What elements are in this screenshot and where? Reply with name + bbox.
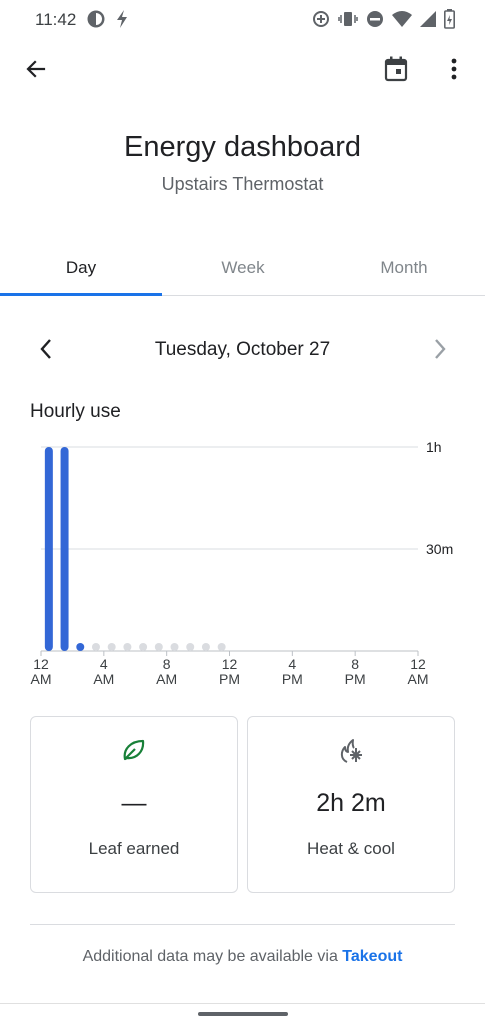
heat-cool-label: Heat & cool [307, 839, 395, 858]
footer-text: Additional data may be available via [82, 948, 343, 965]
hourly-use-title: Hourly use [30, 401, 121, 422]
chart-empty-dot [217, 643, 226, 651]
more-options-button[interactable] [432, 49, 476, 93]
more-vert-icon [450, 57, 458, 86]
device-name: Upstairs Thermostat [161, 174, 324, 194]
hourly-use-chart: 1h30m12AM4AM8AM12PM4PM8PM12AM [31, 439, 454, 687]
y-tick-label: 30m [426, 541, 453, 557]
heat-cool-icon [337, 737, 365, 770]
leaf-icon [121, 737, 147, 768]
calendar-icon [384, 56, 408, 87]
leaf-label: Leaf earned [88, 839, 180, 858]
divider [30, 924, 455, 925]
app-bar [0, 45, 485, 101]
x-tick-label: AM [156, 671, 177, 687]
x-tick-label: 4 [100, 656, 108, 672]
leaf-card[interactable]: — Leaf earned [30, 716, 238, 893]
tab-day[interactable]: Day [0, 240, 162, 296]
tab-month[interactable]: Month [323, 240, 485, 296]
chart-empty-dot [139, 643, 148, 651]
flash-icon [114, 9, 130, 34]
back-button[interactable] [14, 49, 58, 93]
chart-empty-dot [91, 643, 100, 651]
wifi-icon [392, 10, 412, 33]
date-navigator: Tuesday, October 27 [0, 325, 485, 377]
signal-icon [420, 10, 436, 33]
tab-bar: Day Week Month [0, 240, 485, 296]
heat-cool-value: 2h 2m [316, 789, 386, 817]
heat-cool-card[interactable]: 2h 2m Heat & cool [247, 716, 455, 893]
sync-icon [312, 10, 330, 33]
data-saver-icon [86, 9, 106, 34]
vibrate-icon [338, 10, 358, 33]
x-tick-label: 4 [288, 656, 296, 672]
x-tick-label: 8 [163, 656, 171, 672]
x-tick-label: PM [282, 671, 303, 687]
x-tick-label: AM [31, 671, 52, 687]
chart-empty-dot [123, 643, 132, 651]
x-tick-label: AM [408, 671, 429, 687]
nav-divider [0, 1003, 485, 1004]
x-tick-label: 12 [33, 656, 49, 672]
chart-empty-dot [107, 643, 116, 651]
battery-icon [444, 9, 455, 34]
chart-empty-dot [154, 643, 163, 651]
status-time: 11:42 [35, 10, 77, 29]
leaf-value: — [121, 789, 147, 817]
chart-bar [44, 447, 53, 651]
x-tick-label: PM [345, 671, 366, 687]
date-label: Tuesday, October 27 [154, 339, 331, 360]
chart-empty-dot [186, 643, 195, 651]
x-tick-label: 8 [351, 656, 359, 672]
calendar-button[interactable] [374, 49, 418, 93]
x-tick-label: PM [219, 671, 240, 687]
chart-empty-dot [201, 643, 210, 651]
x-tick-label: 12 [222, 656, 238, 672]
tab-week[interactable]: Week [162, 240, 324, 296]
chart-bar [60, 447, 69, 651]
footer-note: Additional data may be available via Tak… [0, 948, 485, 966]
takeout-link[interactable]: Takeout [342, 948, 402, 965]
chart-empty-dot [170, 643, 179, 651]
page-title: Energy dashboard [124, 131, 361, 163]
chart-bar [76, 643, 85, 651]
back-arrow-icon [24, 57, 48, 86]
y-tick-label: 1h [426, 439, 442, 455]
chevron-right-icon [433, 338, 447, 365]
tab-indicator [0, 293, 162, 296]
x-tick-label: 12 [410, 656, 426, 672]
x-tick-label: AM [93, 671, 114, 687]
gesture-navigation-bar[interactable] [198, 1012, 288, 1016]
do-not-disturb-icon [366, 10, 384, 33]
status-bar: 11:42 [0, 0, 485, 40]
next-day-button[interactable] [420, 329, 460, 373]
